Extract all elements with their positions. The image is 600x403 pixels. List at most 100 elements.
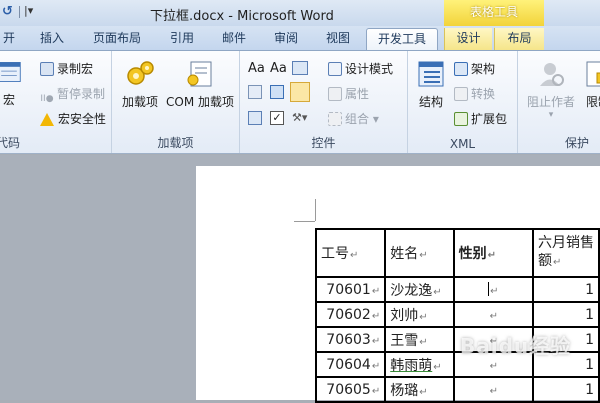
cell-gender-dropdown[interactable]: ↵ bbox=[452, 276, 534, 303]
tab-review[interactable]: 审阅 bbox=[264, 28, 308, 50]
group-xml: 结构 架构 转换 扩展包 XML bbox=[408, 51, 518, 153]
chevron-down-icon: ▾ bbox=[369, 112, 379, 126]
customize-quick-access-button[interactable]: |▾ bbox=[24, 4, 33, 17]
header-cell-name[interactable]: 姓名↵ bbox=[384, 228, 455, 278]
record-macro-label: 录制宏 bbox=[57, 62, 94, 76]
cell-gender[interactable]: ↵ bbox=[452, 301, 534, 328]
schema-icon bbox=[454, 62, 468, 76]
table-row: 70602↵ 刘帅↵ ↵ 1 bbox=[314, 301, 600, 328]
drop-down-list-content-control-icon[interactable] bbox=[290, 82, 310, 102]
cell-gender[interactable]: ↵ bbox=[452, 376, 534, 403]
tab-insert[interactable]: 插入 bbox=[30, 28, 74, 50]
macro-security-label: 宏安全性 bbox=[58, 112, 107, 126]
cell-name[interactable]: 韩雨萌↵ bbox=[384, 351, 455, 378]
crop-mark bbox=[315, 199, 316, 221]
cell-name[interactable]: 沙龙逸↵ bbox=[384, 276, 455, 303]
group-xml-label: XML bbox=[449, 137, 476, 151]
building-block-gallery-icon[interactable] bbox=[248, 85, 262, 99]
group-addins: 加载项 COM 加载项 加载项 bbox=[112, 51, 240, 153]
tab-mailings[interactable]: 邮件 bbox=[212, 28, 256, 50]
transform-icon bbox=[454, 87, 468, 101]
expansion-packs-button[interactable]: 扩展包 bbox=[454, 109, 507, 129]
cell-name[interactable]: 刘帅↵ bbox=[384, 301, 455, 328]
chevron-down-icon: ▾ bbox=[548, 110, 554, 120]
group-icon bbox=[328, 112, 342, 126]
pause-recording-label: 暂停录制 bbox=[57, 87, 106, 101]
group-protect-label: 保护 bbox=[564, 136, 589, 150]
properties-label: 属性 bbox=[345, 87, 370, 101]
rich-text-content-control[interactable]: Aa bbox=[248, 59, 265, 79]
baidu-watermark: Baidu经验 bbox=[460, 334, 572, 358]
group-button[interactable]: 组合 ▾ bbox=[328, 109, 379, 129]
cell-name[interactable]: 杨璐↵ bbox=[384, 376, 455, 403]
expansion-packs-label: 扩展包 bbox=[471, 112, 508, 126]
group-code-label: 代码 bbox=[0, 136, 20, 150]
cell-name[interactable]: 王雪↵ bbox=[384, 326, 455, 353]
group-code: 宏 录制宏 II● 暂停录制 宏安全性 代码 bbox=[0, 51, 112, 153]
cell-sales[interactable]: 1 bbox=[531, 301, 600, 328]
cell-id[interactable]: 70602↵ bbox=[314, 301, 387, 328]
check-box-content-control-icon[interactable]: ✓ bbox=[270, 111, 284, 125]
cell-id[interactable]: 70603↵ bbox=[314, 326, 387, 353]
header-cell-gender[interactable]: 性别↵ bbox=[452, 228, 534, 278]
restrict-editing-icon bbox=[586, 61, 600, 87]
tab-view[interactable]: 视图 bbox=[316, 28, 360, 50]
header-cell-june-sales[interactable]: 六月销售 额↵ bbox=[531, 228, 600, 278]
cell-sales[interactable]: 1 bbox=[531, 376, 600, 403]
structure-button[interactable]: 结构 bbox=[414, 59, 448, 110]
record-macro-button[interactable]: 录制宏 bbox=[40, 59, 93, 79]
expansion-packs-icon bbox=[454, 112, 468, 126]
undo-icon[interactable]: ↺ bbox=[2, 5, 16, 19]
group-label: 组合 bbox=[345, 112, 370, 126]
schema-button[interactable]: 架构 bbox=[454, 59, 495, 79]
cell-sales[interactable]: 1 bbox=[531, 276, 600, 303]
structure-icon bbox=[418, 61, 444, 87]
block-authors-label: 阻止作者 bbox=[526, 95, 575, 109]
cell-id[interactable]: 70601↵ bbox=[314, 276, 387, 303]
design-mode-button[interactable]: 设计模式 bbox=[328, 59, 393, 79]
com-addins-button[interactable]: COM 加载项 bbox=[162, 59, 238, 110]
sales-table[interactable]: 工号↵ 姓名↵ 性别↵ 六月销售 额↵ 70601↵ 沙龙逸↵ ↵ 1 70602… bbox=[314, 228, 600, 403]
group-protect: 阻止作者 ▾ 限制 保护 bbox=[518, 51, 600, 153]
schema-label: 架构 bbox=[471, 62, 496, 76]
document-area[interactable]: 工号↵ 姓名↵ 性别↵ 六月销售 额↵ 70601↵ 沙龙逸↵ ↵ 1 70602… bbox=[0, 155, 600, 403]
com-addins-label: COM 加载项 bbox=[166, 95, 234, 109]
quick-access-separator bbox=[19, 6, 20, 18]
macros-icon bbox=[0, 62, 21, 82]
legacy-tools-icon[interactable]: ⚒▾ bbox=[292, 109, 312, 127]
group-controls-label: 控件 bbox=[311, 136, 336, 150]
block-authors-icon bbox=[540, 63, 564, 86]
tab-home[interactable]: 开始 bbox=[0, 28, 18, 50]
picture-content-control-icon[interactable] bbox=[292, 61, 308, 75]
pause-recording-button[interactable]: II● 暂停录制 bbox=[40, 84, 105, 104]
macros-button[interactable]: 宏 bbox=[0, 57, 30, 108]
addins-button[interactable]: 加载项 bbox=[118, 59, 162, 110]
tab-references[interactable]: 引用 bbox=[160, 28, 204, 50]
record-macro-icon bbox=[40, 62, 54, 76]
cell-id[interactable]: 70604↵ bbox=[314, 351, 387, 378]
date-picker-content-control-icon[interactable] bbox=[248, 111, 262, 125]
properties-button[interactable]: 属性 bbox=[328, 84, 369, 104]
document-page[interactable]: 工号↵ 姓名↵ 性别↵ 六月销售 额↵ 70601↵ 沙龙逸↵ ↵ 1 70602… bbox=[196, 166, 600, 403]
combo-box-content-control-icon[interactable] bbox=[270, 85, 284, 99]
transform-button[interactable]: 转换 bbox=[454, 84, 495, 104]
header-cell-id[interactable]: 工号↵ bbox=[314, 228, 387, 278]
group-addins-label: 加载项 bbox=[157, 136, 194, 150]
structure-label: 结构 bbox=[418, 95, 443, 109]
properties-icon bbox=[328, 87, 342, 101]
tab-table-layout[interactable]: 布局 bbox=[494, 28, 544, 50]
tab-page-layout[interactable]: 页面布局 bbox=[84, 28, 150, 50]
tab-table-design[interactable]: 设计 bbox=[444, 28, 492, 50]
restrict-editing-button[interactable]: 限制 bbox=[578, 59, 600, 110]
title-bar: ↺ |▾ 下拉框.docx - Microsoft Word 表格工具 bbox=[0, 0, 600, 26]
cell-id[interactable]: 70605↵ bbox=[314, 376, 387, 403]
ribbon: 宏 录制宏 II● 暂停录制 宏安全性 代码 加载项 COM 加载项 加载项 A… bbox=[0, 50, 600, 154]
table-row: 70605↵ 杨璐↵ ↵ 1 bbox=[314, 376, 600, 403]
design-mode-icon bbox=[328, 62, 342, 76]
warning-icon bbox=[40, 113, 54, 126]
tab-developer[interactable]: 开发工具 bbox=[366, 28, 438, 50]
macro-security-button[interactable]: 宏安全性 bbox=[40, 109, 106, 129]
block-authors-button[interactable]: 阻止作者 ▾ bbox=[522, 59, 580, 120]
restrict-editing-label: 限制 bbox=[585, 95, 600, 109]
plain-text-content-control[interactable]: Aa bbox=[270, 59, 287, 79]
